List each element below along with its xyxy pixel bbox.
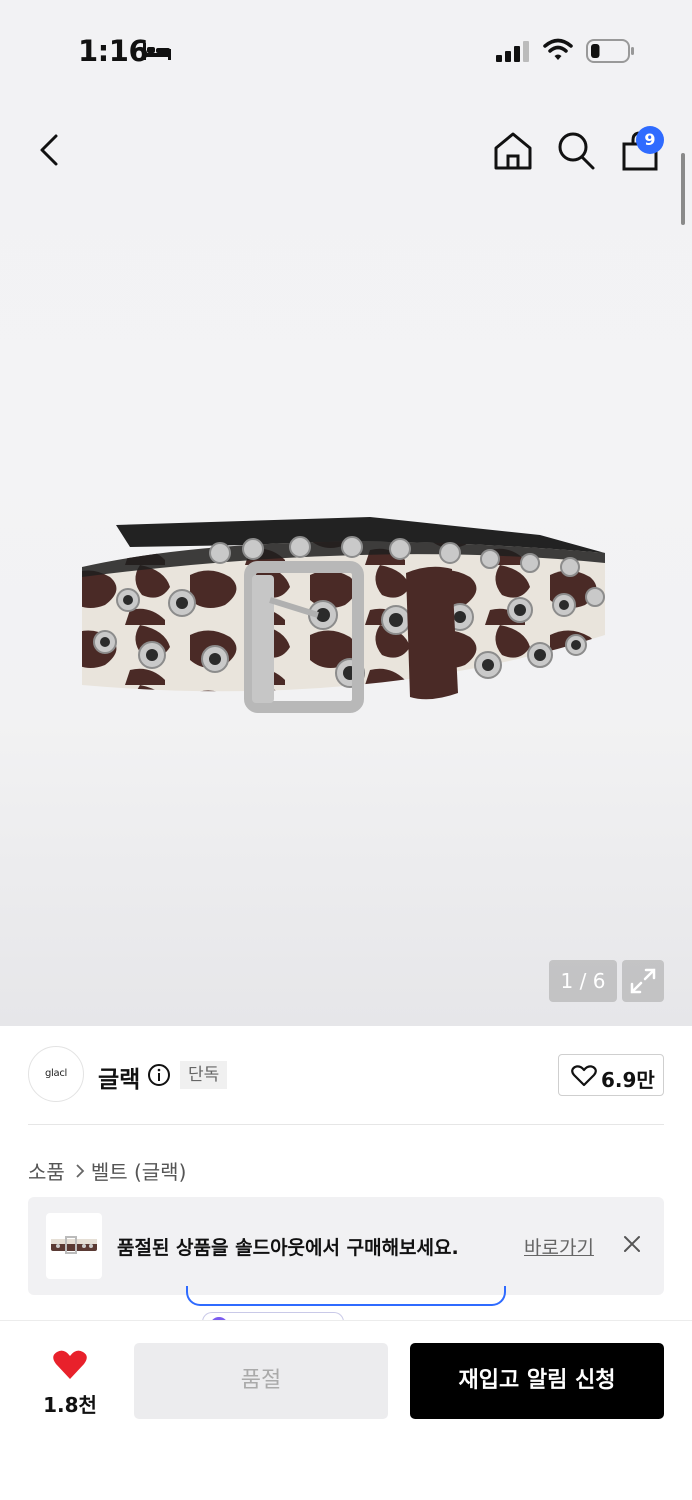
status-time: 1:16: [78, 34, 149, 68]
soldout-banner: 품절된 상품을 솔드아웃에서 구매해보세요. 바로가기: [28, 1197, 664, 1295]
back-arrow-icon[interactable]: [32, 130, 68, 170]
brand-name[interactable]: 글랙: [98, 1060, 140, 1094]
soldout-shortcut-link[interactable]: 바로가기: [524, 1233, 594, 1260]
heart-outline-icon: [571, 1065, 597, 1087]
soldout-button: 품절: [134, 1343, 388, 1419]
exclusive-tag: 단독: [180, 1061, 228, 1089]
brand-row: glacl 글랙 단독 6.9만: [0, 1026, 692, 1126]
chevron-right-icon: [76, 1163, 85, 1178]
bottom-action-bar: 1.8천 품절 재입고 알림 신청: [0, 1320, 692, 1500]
expand-icon: [630, 968, 656, 994]
sleep-mode-icon: [143, 43, 171, 60]
expand-image-button[interactable]: [622, 960, 664, 1002]
image-counter: 1 / 6: [549, 960, 617, 1002]
search-icon[interactable]: [556, 130, 596, 172]
brand-logo[interactable]: glacl: [28, 1046, 84, 1102]
breadcrumb-subcategory[interactable]: 벨트 (글랙): [91, 1156, 187, 1185]
wishlist-count: 1.8천: [43, 1393, 97, 1417]
soldout-message: 품절된 상품을 솔드아웃에서 구매해보세요.: [117, 1237, 459, 1259]
top-navigation: 9: [0, 112, 692, 188]
close-icon[interactable]: [622, 1234, 642, 1254]
heart-filled-icon: [53, 1350, 87, 1379]
breadcrumb: 소품 벨트 (글랙): [28, 1156, 186, 1185]
status-bar: 1:16: [0, 0, 692, 100]
partially-hidden-element: [186, 1286, 506, 1306]
brand-like-button[interactable]: 6.9만: [558, 1054, 664, 1096]
restock-alert-button[interactable]: 재입고 알림 신청: [410, 1343, 664, 1419]
info-icon[interactable]: [147, 1063, 171, 1087]
soldout-product-thumbnail: [46, 1213, 102, 1279]
home-icon[interactable]: [492, 130, 534, 172]
cart-count-badge: 9: [636, 126, 664, 154]
breadcrumb-category[interactable]: 소품: [28, 1156, 65, 1185]
scrollbar[interactable]: [681, 153, 685, 225]
product-image-belt: [82, 517, 605, 713]
divider: [28, 1124, 664, 1125]
battery-icon: [586, 39, 634, 63]
wifi-icon: [543, 38, 573, 60]
cellular-signal-icon: [496, 41, 529, 62]
wishlist-button[interactable]: 1.8천: [30, 1345, 110, 1419]
brand-like-count: 6.9만: [601, 1068, 655, 1092]
